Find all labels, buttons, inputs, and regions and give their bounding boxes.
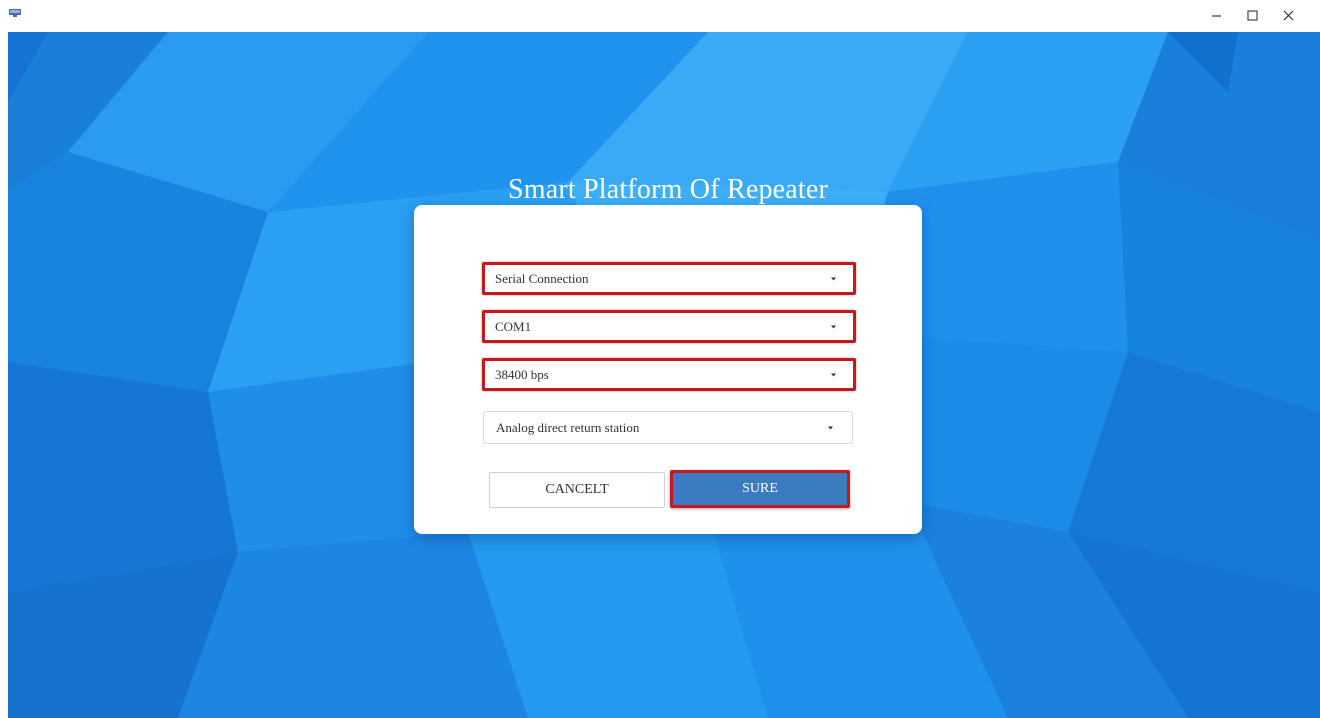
dropdown-arrow-icon	[828, 426, 833, 429]
connection-panel: Serial Connection COM1 38400 bps Analog …	[414, 205, 922, 534]
application-window: Smart Platform Of Repeater Serial Connec…	[0, 0, 1320, 718]
port-value: COM1	[495, 318, 532, 334]
app-icon	[9, 9, 21, 17]
port-select[interactable]: COM1	[482, 310, 856, 343]
minimize-button[interactable]	[1198, 0, 1234, 30]
title-bar[interactable]	[0, 0, 1320, 30]
dropdown-arrow-icon	[831, 373, 836, 376]
station-type-select[interactable]: Analog direct return station	[483, 411, 853, 444]
maximize-icon	[1246, 9, 1258, 21]
page-title: Smart Platform Of Repeater	[507, 174, 829, 205]
close-icon	[1283, 10, 1293, 20]
sure-button[interactable]: SURE	[670, 470, 850, 508]
dropdown-arrow-icon	[831, 325, 836, 328]
maximize-button[interactable]	[1234, 0, 1270, 30]
station-type-value: Analog direct return station	[496, 419, 640, 435]
connection-type-value: Serial Connection	[495, 270, 589, 286]
dropdown-arrow-icon	[831, 277, 836, 280]
connection-type-select[interactable]: Serial Connection	[482, 262, 856, 295]
close-button[interactable]	[1270, 0, 1306, 30]
cancel-button[interactable]: CANCELT	[489, 472, 665, 508]
minimize-icon	[1211, 14, 1221, 17]
baud-rate-value: 38400 bps	[495, 366, 549, 382]
baud-rate-select[interactable]: 38400 bps	[482, 358, 856, 391]
